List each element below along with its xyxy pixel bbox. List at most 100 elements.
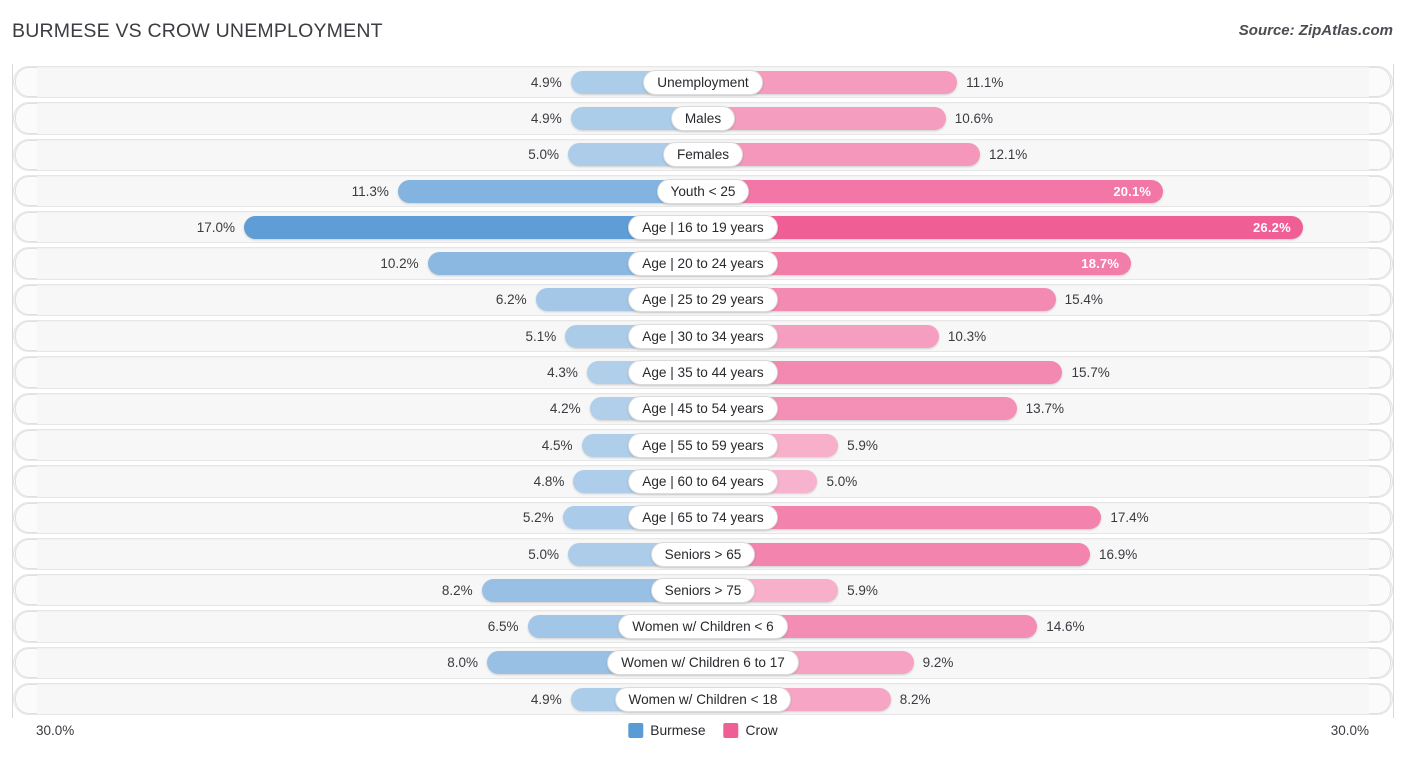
chart-row: 8.2% 5.9% Seniors > 75 — [13, 572, 1393, 608]
bar-value-crow: 12.1% — [989, 147, 1028, 163]
chart-row: 5.2% 17.4% Age | 65 to 74 years — [13, 500, 1393, 536]
bar-value-burmese: 5.0% — [528, 546, 559, 562]
row-cap-left — [15, 67, 37, 98]
row-half-left: 5.0% — [55, 536, 703, 572]
bar-value-burmese: 4.9% — [530, 110, 562, 126]
row-half-right: 16.9% — [703, 536, 1351, 572]
row-half-right: 13.7% — [703, 391, 1351, 427]
legend-label: Crow — [745, 723, 778, 738]
bar-value-burmese: 10.2% — [380, 256, 419, 272]
row-half-left: 8.0% — [55, 645, 703, 681]
row-half-right: 12.1% — [703, 137, 1351, 173]
row-half-left: 5.1% — [55, 318, 703, 354]
row-cap-left — [15, 357, 37, 388]
row-cap-left — [15, 139, 37, 170]
legend-item-crow[interactable]: Crow — [723, 723, 778, 738]
bar-crow — [703, 106, 946, 130]
bar-value-burmese: 4.2% — [549, 401, 581, 417]
page-title: BURMESE VS CROW UNEMPLOYMENT — [12, 20, 383, 42]
row-half-left: 4.9% — [55, 681, 703, 717]
row-cap-left — [15, 611, 37, 642]
bar-value-crow: 5.9% — [847, 582, 878, 598]
category-label: Age | 45 to 54 years — [628, 396, 778, 422]
bar-value-burmese: 5.1% — [525, 328, 557, 344]
row-half-right: 5.9% — [703, 427, 1351, 463]
row-half-right: 5.9% — [703, 572, 1351, 608]
row-half-right: 18.7% — [703, 245, 1351, 281]
bar-value-burmese: 6.5% — [487, 619, 519, 635]
row-half-right: 14.6% — [703, 608, 1351, 644]
row-cap-left — [15, 429, 37, 461]
category-label: Age | 55 to 59 years — [628, 432, 778, 458]
row-half-left: 10.2% — [55, 245, 703, 281]
category-label: Unemployment — [643, 69, 763, 95]
row-half-left: 6.2% — [55, 282, 703, 318]
bar-value-crow: 17.4% — [1110, 510, 1149, 526]
bar-value-crow: 14.6% — [1046, 619, 1085, 635]
chart-legend: Burmese Crow — [628, 723, 778, 738]
row-half-right: 5.0% — [703, 463, 1351, 499]
chart-row: 17.0% 26.2% Age | 16 to 19 years — [13, 209, 1393, 245]
row-cap-left — [15, 175, 37, 207]
bar-value-burmese: 4.9% — [530, 691, 562, 707]
chart-row: 4.9% 8.2% Women w/ Children < 18 — [13, 681, 1393, 717]
row-cap-left — [15, 321, 37, 352]
category-label: Age | 35 to 44 years — [628, 360, 778, 386]
row-cap-left — [15, 502, 37, 533]
chart-row: 4.8% 5.0% Age | 60 to 64 years — [13, 463, 1393, 499]
row-half-right: 8.2% — [703, 681, 1351, 717]
row-half-left: 6.5% — [55, 608, 703, 644]
row-cap-left — [15, 212, 37, 243]
row-half-right: 11.1% — [703, 64, 1351, 100]
chart-row: 10.2% 18.7% Age | 20 to 24 years — [13, 245, 1393, 281]
bar-value-burmese: 17.0% — [196, 219, 235, 235]
row-half-right: 10.6% — [703, 100, 1351, 136]
category-label: Age | 25 to 29 years — [628, 287, 778, 313]
chart-row: 11.3% 20.1% Youth < 25 — [13, 173, 1393, 209]
row-half-left: 4.9% — [55, 100, 703, 136]
bar-crow: 26.2% — [703, 215, 1303, 239]
legend-swatch-icon — [628, 723, 644, 738]
category-label: Age | 16 to 19 years — [628, 214, 778, 240]
category-label: Women w/ Children < 18 — [614, 686, 792, 712]
row-half-left: 4.9% — [55, 64, 703, 100]
legend-label: Burmese — [650, 723, 706, 738]
row-half-left: 4.5% — [55, 427, 703, 463]
bar-value-crow: 15.4% — [1064, 292, 1103, 308]
category-label: Seniors > 65 — [650, 541, 756, 567]
source-attribution: Source: ZipAtlas.com — [1238, 22, 1393, 39]
chart-row: 4.5% 5.9% Age | 55 to 59 years — [13, 427, 1393, 463]
bar-value-burmese: 5.2% — [522, 510, 554, 526]
category-label: Females — [662, 142, 744, 168]
bar-value-crow: 5.9% — [847, 437, 878, 453]
bar-value-burmese: 8.2% — [441, 582, 473, 598]
category-label: Women w/ Children < 6 — [618, 614, 788, 640]
category-label: Youth < 25 — [656, 178, 750, 204]
bar-value-burmese: 8.0% — [447, 655, 478, 671]
row-half-left: 4.2% — [55, 391, 703, 427]
legend-swatch-icon — [723, 723, 739, 738]
chart-row: 6.5% 14.6% Women w/ Children < 6 — [13, 608, 1393, 644]
bar-crow — [703, 143, 981, 167]
row-half-right: 9.2% — [703, 645, 1351, 681]
bar-value-burmese: 4.9% — [530, 74, 562, 90]
legend-item-burmese[interactable]: Burmese — [628, 723, 706, 738]
chart-page: BURMESE VS CROW UNEMPLOYMENT Source: Zip… — [0, 0, 1406, 757]
row-cap-left — [15, 466, 37, 497]
row-half-left: 5.2% — [55, 500, 703, 536]
bar-value-crow: 9.2% — [922, 655, 954, 671]
row-half-left: 5.0% — [55, 137, 703, 173]
chart-header: BURMESE VS CROW UNEMPLOYMENT Source: Zip… — [0, 0, 1406, 62]
bar-value-crow: 5.0% — [826, 473, 858, 489]
bar-value-crow: 13.7% — [1025, 401, 1064, 417]
chart-row: 4.9% 11.1% Unemployment — [13, 64, 1393, 100]
bar-value-burmese: 11.3% — [351, 183, 389, 199]
category-label: Age | 20 to 24 years — [628, 251, 778, 277]
chart-plot-area: 4.9% 11.1% Unemployment 4.9% 10.6% Males 5.0% 1… — [12, 64, 1394, 718]
bar-value-crow: 11.1% — [966, 74, 1004, 90]
row-half-right: 10.3% — [703, 318, 1351, 354]
chart-row: 5.0% 16.9% Seniors > 65 — [13, 536, 1393, 572]
chart-row: 4.3% 15.7% Age | 35 to 44 years — [13, 354, 1393, 390]
bar-crow — [703, 542, 1090, 566]
bar-value-burmese: 4.8% — [533, 473, 565, 489]
